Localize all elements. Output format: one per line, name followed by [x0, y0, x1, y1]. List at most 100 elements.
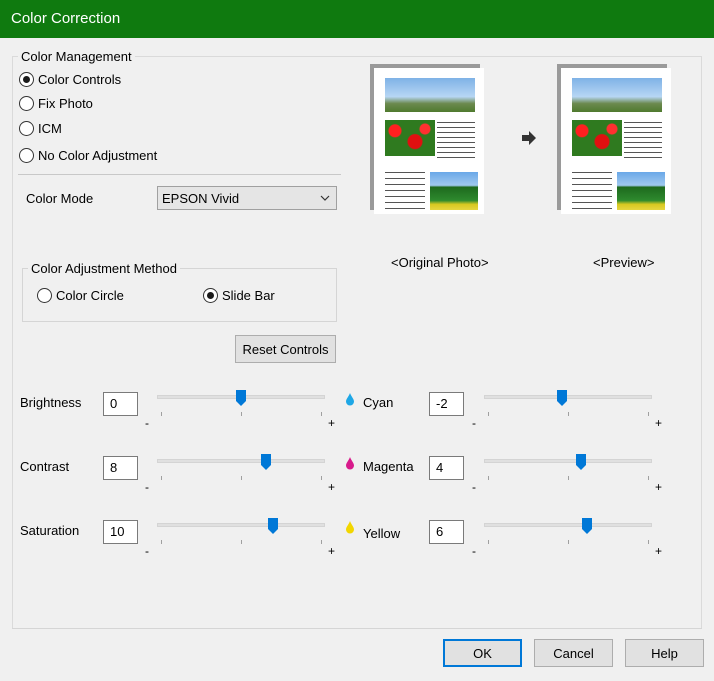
cyan-min-label: -	[472, 416, 476, 430]
brightness-min-label: -	[145, 416, 149, 430]
radio-indicator	[203, 288, 218, 303]
reset-controls-button[interactable]: Reset Controls	[235, 335, 336, 363]
yellow-value-input[interactable]: 6	[429, 520, 464, 544]
cyan-max-label: +	[655, 416, 663, 430]
slider-track	[484, 523, 652, 527]
cyan-slider[interactable]	[484, 390, 652, 430]
slider-track	[157, 459, 325, 463]
arrow-right-icon	[522, 131, 536, 145]
cyan-label: Cyan	[363, 395, 394, 410]
yellow-drop-icon	[346, 521, 354, 534]
color-management-legend: Color Management	[18, 49, 135, 64]
radio-fix-photo[interactable]: Fix Photo	[19, 96, 93, 111]
saturation-label: Saturation	[20, 523, 80, 538]
slider-tick	[568, 540, 569, 544]
magenta-max-label: +	[655, 480, 663, 494]
radio-label: Color Controls	[38, 72, 122, 87]
radio-icm[interactable]: ICM	[19, 121, 62, 136]
radio-indicator	[19, 148, 34, 163]
brightness-max-label: +	[328, 416, 336, 430]
radio-indicator	[19, 96, 34, 111]
magenta-min-label: -	[472, 480, 476, 494]
cancel-button[interactable]: Cancel	[534, 639, 613, 667]
slider-tick	[648, 412, 649, 416]
slider-tick	[568, 412, 569, 416]
contrast-label: Contrast	[20, 459, 70, 474]
original-photo-label: <Original Photo>	[391, 255, 489, 270]
slider-tick	[488, 412, 489, 416]
saturation-value-input[interactable]: 10	[103, 520, 138, 544]
slider-tick	[241, 476, 242, 480]
cyan-value-input[interactable]: -2	[429, 392, 464, 416]
yellow-min-label: -	[472, 544, 476, 558]
slider-tick	[648, 476, 649, 480]
brightness-slider[interactable]	[157, 390, 325, 430]
title-bar: Color Correction	[0, 0, 714, 38]
separator-line	[18, 174, 341, 175]
ok-button[interactable]: OK	[443, 639, 522, 667]
radio-label: No Color Adjustment	[38, 148, 158, 163]
photo-trees	[617, 172, 665, 210]
radio-indicator	[19, 72, 34, 87]
slider-tick	[241, 540, 242, 544]
photo-flowers	[385, 120, 435, 156]
slider-track	[157, 523, 325, 527]
magenta-value-input[interactable]: 4	[429, 456, 464, 480]
yellow-label: Yellow	[363, 526, 401, 541]
text-block	[624, 122, 662, 158]
slider-tick	[321, 412, 322, 416]
photo-trees	[430, 172, 478, 210]
window-title: Color Correction	[11, 10, 121, 27]
magenta-slider[interactable]	[484, 454, 652, 494]
magenta-label: Magenta	[363, 459, 414, 474]
brightness-label: Brightness	[20, 395, 82, 410]
radio-no-color-adjustment[interactable]: No Color Adjustment	[19, 148, 157, 163]
slider-tick	[568, 476, 569, 480]
radio-slide-bar[interactable]: Slide Bar	[203, 288, 275, 303]
slider-tick	[321, 540, 322, 544]
color-mode-select[interactable]: EPSON Vivid	[157, 186, 337, 210]
slider-tick	[241, 412, 242, 416]
magenta-slider-thumb[interactable]	[576, 454, 586, 470]
slider-tick	[488, 540, 489, 544]
help-button[interactable]: Help	[625, 639, 704, 667]
photo-landscape	[572, 78, 662, 112]
brightness-slider-thumb[interactable]	[236, 390, 246, 406]
contrast-value-input[interactable]: 8	[103, 456, 138, 480]
slider-tick	[161, 476, 162, 480]
radio-color-controls[interactable]: Color Controls	[19, 72, 121, 87]
cyan-drop-icon	[346, 393, 354, 406]
text-block	[437, 122, 475, 158]
radio-color-circle[interactable]: Color Circle	[37, 288, 124, 303]
saturation-max-label: +	[328, 544, 336, 558]
radio-indicator	[37, 288, 52, 303]
contrast-max-label: +	[328, 480, 336, 494]
cyan-slider-thumb[interactable]	[557, 390, 567, 406]
saturation-slider[interactable]	[157, 518, 325, 558]
color-mode-label: Color Mode	[26, 191, 94, 206]
radio-label: ICM	[38, 121, 62, 136]
contrast-slider[interactable]	[157, 454, 325, 494]
radio-label: Slide Bar	[222, 288, 275, 303]
saturation-min-label: -	[145, 544, 149, 558]
slider-tick	[488, 476, 489, 480]
yellow-slider-thumb[interactable]	[582, 518, 592, 534]
yellow-max-label: +	[655, 544, 663, 558]
separator-line	[12, 628, 702, 629]
slider-tick	[161, 412, 162, 416]
saturation-slider-thumb[interactable]	[268, 518, 278, 534]
radio-label: Fix Photo	[38, 96, 93, 111]
brightness-value-input[interactable]: 0	[103, 392, 138, 416]
slider-tick	[648, 540, 649, 544]
slider-track	[484, 395, 652, 399]
contrast-slider-thumb[interactable]	[261, 454, 271, 470]
text-block	[572, 172, 612, 212]
yellow-slider[interactable]	[484, 518, 652, 558]
magenta-drop-icon	[346, 457, 354, 470]
slider-track	[484, 459, 652, 463]
adjustment-method-legend: Color Adjustment Method	[28, 261, 180, 276]
radio-label: Color Circle	[56, 288, 124, 303]
photo-landscape	[385, 78, 475, 112]
chevron-down-icon	[320, 195, 330, 201]
text-block	[385, 172, 425, 212]
